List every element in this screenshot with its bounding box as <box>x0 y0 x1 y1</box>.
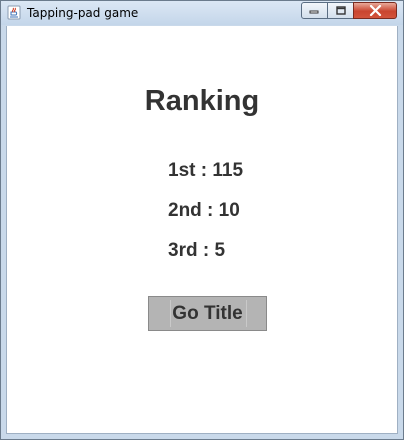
content-panel: Ranking 1st : 115 2nd : 10 3rd : 5 Go Ti… <box>6 26 398 434</box>
title-bar[interactable]: Tapping-pad game <box>1 1 403 25</box>
minimize-icon <box>309 10 319 14</box>
maximize-button[interactable] <box>327 2 354 19</box>
window-controls <box>301 2 397 20</box>
minimize-button[interactable] <box>301 2 328 19</box>
rank-separator: : <box>197 240 215 261</box>
go-title-button[interactable]: Go Title <box>148 296 267 331</box>
rank-separator: : <box>195 160 213 181</box>
java-cup-icon <box>7 5 21 20</box>
app-window: Tapping-pad game Ranking 1st : 115 2nd:… <box>0 0 404 440</box>
rank-row-1: 1st : 115 <box>168 160 243 182</box>
rank-score: 10 <box>218 200 240 221</box>
rank-separator: : <box>201 200 219 221</box>
rank-score: 115 <box>212 160 244 181</box>
go-title-label: Go Title <box>172 302 243 324</box>
focus-indicator-right <box>246 300 247 327</box>
rank-row-3: 3rd : 5 <box>168 240 225 262</box>
rank-row-2: 2nd : 10 <box>168 200 240 222</box>
rank-score: 5 <box>214 240 226 261</box>
close-icon <box>369 5 381 16</box>
focus-indicator-left <box>170 300 171 327</box>
rank-place: 1st <box>168 160 196 181</box>
window-title: Tapping-pad game <box>27 6 139 20</box>
ranking-heading: Ranking <box>144 85 260 117</box>
close-button[interactable] <box>353 2 397 19</box>
maximize-icon <box>335 5 346 15</box>
rank-place: 3rd <box>168 240 198 261</box>
rank-place: 2nd <box>168 200 202 221</box>
